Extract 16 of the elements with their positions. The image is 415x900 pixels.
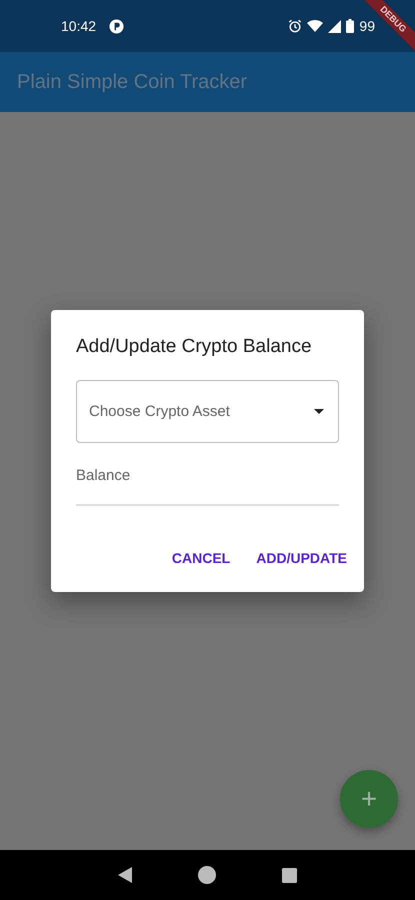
dialog-action-button[interactable]: CANCEL [172,546,230,570]
dialog-action-button[interactable]: ADD/UPDATE [256,546,347,570]
dialog-title: Add/Update Crypto Balance [76,336,313,358]
app-title: Plain Simple Coin Tracker [17,70,248,94]
dropdown-caret-icon [314,408,324,414]
battery-icon [346,19,354,33]
recents-icon[interactable] [282,868,297,882]
wifi-icon [307,19,324,33]
status-time: 10:42 [61,18,96,34]
back-icon[interactable] [118,867,132,883]
signal-icon [328,20,342,32]
crypto-asset-dropdown[interactable]: Choose Crypto Asset [76,380,339,443]
battery-percentage: 99 [359,18,375,34]
app-notification-icon [109,18,124,34]
alarm-icon [288,19,302,33]
home-icon[interactable] [198,866,216,884]
